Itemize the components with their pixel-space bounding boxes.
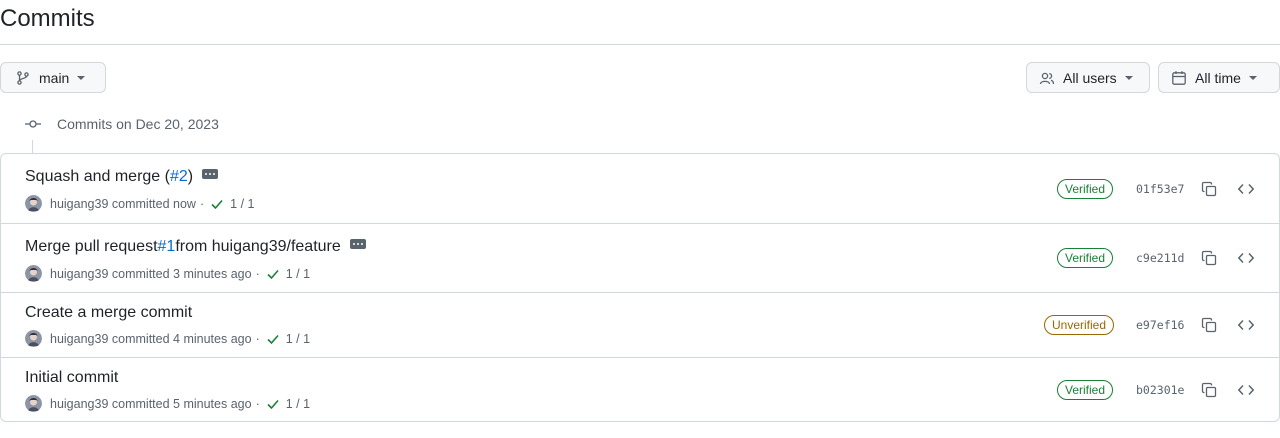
commit-message[interactable]: Create a merge commit [25, 304, 192, 322]
title-divider [0, 44, 1280, 45]
commit-meta: huigang39 committed now · 1 / 1 [25, 195, 254, 212]
page-title: Commits [0, 5, 95, 32]
commit-message[interactable]: Initial commit [25, 369, 118, 387]
commit-meta: huigang39 committed 3 minutes ago · 1 / … [25, 265, 310, 282]
commit-sha[interactable]: e97ef16 [1136, 318, 1184, 332]
people-icon [1039, 70, 1055, 86]
verified-badge[interactable]: Verified [1057, 178, 1114, 199]
timeline-line [32, 140, 33, 154]
browse-code-icon[interactable] [1237, 317, 1255, 333]
author-link[interactable]: huigang39 [50, 197, 108, 211]
commit-list: Squash and merge (#2) huigang39 committe… [0, 153, 1280, 422]
branch-selector-button[interactable]: main [0, 62, 106, 93]
copy-icon[interactable] [1201, 250, 1217, 266]
check-icon[interactable] [210, 197, 224, 211]
relative-time: 5 minutes ago [173, 396, 252, 411]
chevron-down-icon [77, 75, 86, 80]
chevron-down-icon [1248, 75, 1257, 80]
check-icon[interactable] [266, 332, 280, 346]
avatar[interactable] [25, 265, 42, 282]
chevron-down-icon [1124, 75, 1133, 80]
checks-count[interactable]: 1 / 1 [230, 197, 254, 211]
git-commit-icon [24, 115, 42, 133]
calendar-icon [1171, 70, 1187, 86]
avatar[interactable] [25, 330, 42, 347]
pull-request-link[interactable]: #1 [158, 238, 176, 256]
copy-icon[interactable] [1201, 181, 1217, 197]
verified-badge[interactable]: Verified [1057, 248, 1114, 268]
commit-row: Merge pull request #1 from huigang39/fea… [1, 223, 1279, 292]
author-link[interactable]: huigang39 [50, 397, 108, 411]
users-filter-button[interactable]: All users [1026, 62, 1150, 93]
checks-count[interactable]: 1 / 1 [286, 332, 310, 346]
commit-message[interactable]: Squash and merge (#2) [25, 168, 219, 186]
copy-icon[interactable] [1201, 382, 1217, 398]
commit-group-date: Commits on Dec 20, 2023 [57, 116, 219, 132]
commit-group-header: Commits on Dec 20, 2023 [24, 112, 219, 136]
commit-sha[interactable]: 01f53e7 [1136, 182, 1184, 196]
expand-description-button[interactable] [349, 239, 366, 249]
check-icon[interactable] [266, 267, 280, 281]
browse-code-icon[interactable] [1237, 250, 1255, 266]
browse-code-icon[interactable] [1237, 181, 1255, 197]
time-filter-label: All time [1195, 69, 1241, 86]
pull-request-link[interactable]: #2 [170, 168, 188, 186]
commit-row: Create a merge commit huigang39 committe… [1, 292, 1279, 357]
commit-sha[interactable]: c9e211d [1136, 251, 1184, 265]
avatar[interactable] [25, 395, 42, 412]
expand-description-button[interactable] [202, 169, 219, 179]
commit-row: Initial commit huigang39 committed 5 min… [1, 357, 1279, 421]
branch-label: main [39, 69, 70, 86]
commit-row: Squash and merge (#2) huigang39 committe… [1, 154, 1279, 223]
commit-message[interactable]: Merge pull request #1 from huigang39/fea… [25, 238, 366, 256]
unverified-badge[interactable]: Unverified [1044, 315, 1115, 335]
verified-badge[interactable]: Verified [1057, 379, 1114, 400]
browse-code-icon[interactable] [1237, 382, 1255, 398]
check-icon[interactable] [266, 397, 280, 411]
commit-meta: huigang39 committed 4 minutes ago · 1 / … [25, 330, 310, 347]
users-filter-label: All users [1063, 69, 1117, 86]
checks-count[interactable]: 1 / 1 [286, 267, 310, 281]
relative-time: 3 minutes ago [173, 266, 252, 281]
commit-sha[interactable]: b02301e [1136, 383, 1184, 397]
copy-icon[interactable] [1201, 317, 1217, 333]
checks-count[interactable]: 1 / 1 [286, 397, 310, 411]
author-link[interactable]: huigang39 [50, 267, 108, 281]
commit-meta: huigang39 committed 5 minutes ago · 1 / … [25, 395, 310, 412]
author-link[interactable]: huigang39 [50, 332, 108, 346]
time-filter-button[interactable]: All time [1158, 62, 1280, 93]
avatar[interactable] [25, 195, 42, 212]
relative-time: 4 minutes ago [173, 331, 252, 346]
git-branch-icon [15, 70, 31, 86]
relative-time: now [173, 196, 196, 211]
